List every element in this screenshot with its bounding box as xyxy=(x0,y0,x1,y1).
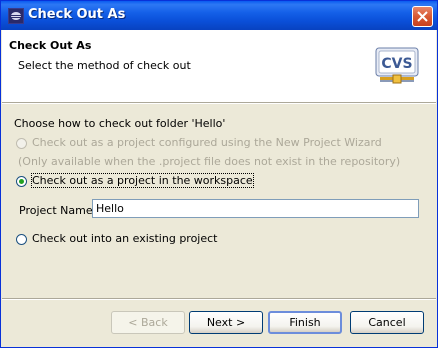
close-button[interactable] xyxy=(412,6,433,27)
wizard-banner: Check Out As Select the method of check … xyxy=(2,30,436,103)
radio-workspace-label[interactable]: Check out as a project in the workspace xyxy=(31,173,254,188)
checkout-prompt: Choose how to check out folder 'Hello' xyxy=(14,117,226,130)
new-project-wizard-note: (Only available when the .project file d… xyxy=(18,155,401,168)
banner-divider xyxy=(2,103,436,104)
eclipse-app-icon xyxy=(8,8,24,24)
cvs-logo-icon: CVS xyxy=(375,47,419,84)
radio-existing-project[interactable] xyxy=(16,234,27,245)
page-description: Select the method of check out xyxy=(18,59,191,72)
title-bar[interactable]: Check Out As xyxy=(1,1,437,30)
radio-new-project-wizard-label: Check out as a project configured using … xyxy=(32,136,382,149)
back-button[interactable]: < Back xyxy=(111,311,185,334)
radio-new-project-wizard[interactable] xyxy=(16,138,27,149)
radio-selected-dot xyxy=(19,179,24,184)
window-title: Check Out As xyxy=(28,7,126,22)
cancel-button[interactable]: Cancel xyxy=(350,311,424,334)
radio-workspace[interactable] xyxy=(16,176,27,187)
page-title: Check Out As xyxy=(9,39,92,52)
next-button[interactable]: Next > xyxy=(189,311,263,334)
radio-existing-project-label[interactable]: Check out into an existing project xyxy=(32,232,218,245)
cvs-logo-text: CVS xyxy=(381,56,412,72)
button-bar-divider-highlight xyxy=(2,299,436,300)
check-out-as-dialog: Check Out As Check Out As Select the met… xyxy=(0,0,438,348)
finish-button[interactable]: Finish xyxy=(268,311,342,334)
close-icon xyxy=(417,11,428,22)
project-name-input[interactable] xyxy=(92,199,419,218)
project-name-label: Project Name: xyxy=(19,204,97,217)
